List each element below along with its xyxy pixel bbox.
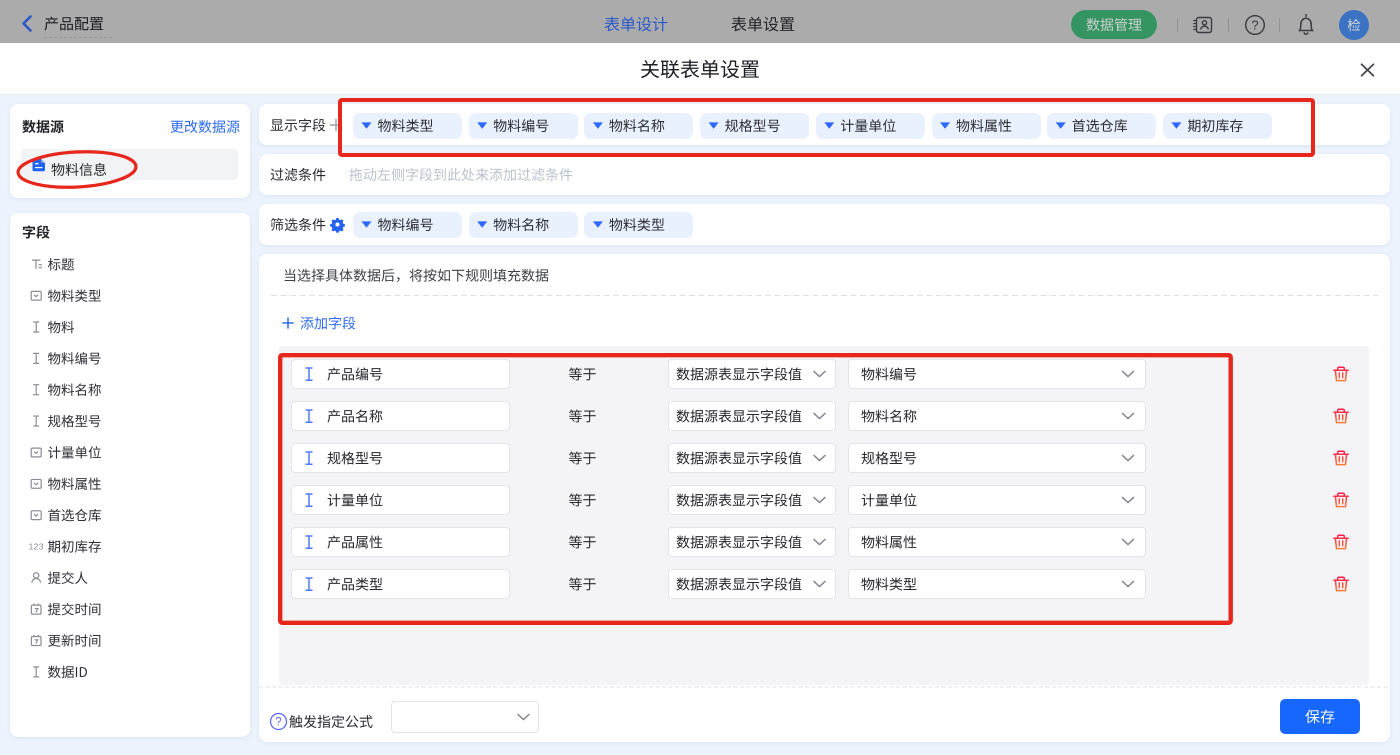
- svg-text:?: ?: [275, 717, 281, 729]
- svg-text:?: ?: [1251, 18, 1258, 33]
- svg-text:123: 123: [29, 541, 44, 551]
